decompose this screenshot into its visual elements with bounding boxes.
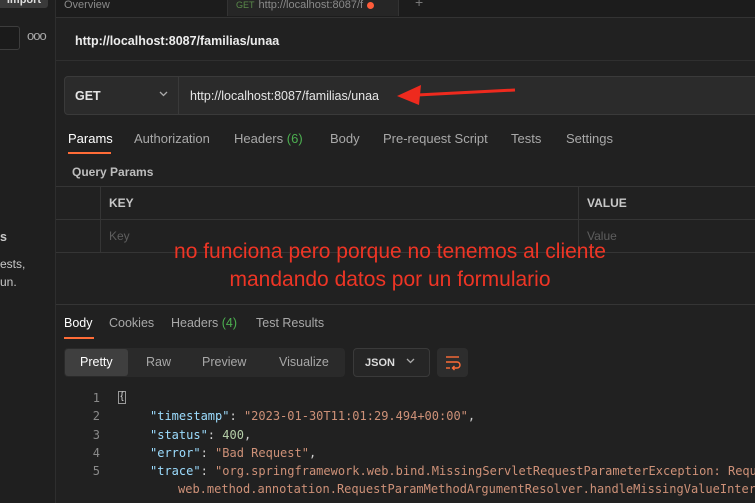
line-number: 5 — [92, 464, 100, 478]
method-label: GET — [75, 89, 101, 103]
format-label: JSON — [365, 357, 395, 369]
sidebar-empty-line-2: un. — [0, 275, 17, 289]
url-text: http://localhost:8087/familias/unaa — [190, 89, 380, 103]
sidebar — [0, 0, 56, 503]
tab-pre-request-script[interactable]: Pre-request Script — [383, 131, 488, 146]
request-title[interactable]: http://localhost:8087/familias/unaa — [75, 34, 279, 48]
response-tab-cookies[interactable]: Cookies — [109, 316, 154, 330]
annotation-line-1: no funciona pero porque no tenemos al cl… — [174, 240, 606, 263]
red-arrow-annotation — [397, 85, 516, 105]
response-tab-headers[interactable]: Headers (4) — [171, 316, 237, 330]
column-header-key: KEY — [109, 196, 134, 210]
line-number: 1 — [92, 391, 100, 405]
tab-request[interactable]: GET http://localhost:8087/f — [227, 0, 399, 16]
tab-authorization[interactable]: Authorization — [134, 131, 210, 146]
tab-headers[interactable]: Headers (6) — [234, 131, 303, 146]
response-headers-label: Headers — [171, 316, 219, 330]
annotation-line-2: mandando datos por un formulario — [229, 268, 551, 291]
code-line: "timestamp": "2023-01-30T11:01:29.494+00… — [150, 409, 476, 423]
tab-overview[interactable]: Overview — [64, 0, 110, 16]
tab-settings[interactable]: Settings — [566, 131, 613, 146]
tab-request-label: http://localhost:8087/f — [258, 0, 364, 11]
tab-tests[interactable]: Tests — [511, 131, 541, 146]
line-number: 4 — [92, 446, 100, 460]
more-options-icon[interactable]: ooo — [27, 28, 47, 44]
unsaved-dot-icon — [367, 1, 375, 9]
view-pretty-label: Pretty — [80, 355, 113, 369]
code-line: "error": "Bad Request", — [150, 446, 317, 460]
wrap-lines-button[interactable] — [437, 348, 468, 377]
sidebar-empty-line-1: ests, — [0, 257, 26, 271]
table-border — [56, 219, 755, 220]
active-tab-indicator — [64, 337, 94, 339]
import-button[interactable]: Import — [0, 0, 48, 8]
active-tab-indicator — [68, 152, 111, 154]
code-line: "trace": "org.springframework.web.bind.M… — [150, 464, 755, 478]
fold-brace[interactable]: { — [118, 391, 126, 404]
wrap-icon — [446, 356, 461, 371]
response-tab-test-results[interactable]: Test Results — [256, 316, 324, 330]
column-header-value: VALUE — [587, 196, 627, 210]
sidebar-empty-title: s — [0, 230, 7, 244]
chevron-down-icon — [158, 88, 169, 102]
view-raw-button[interactable]: Raw — [146, 355, 171, 369]
table-border — [56, 186, 755, 187]
divider — [56, 304, 755, 305]
response-tab-body[interactable]: Body — [64, 316, 93, 330]
response-headers-count: (4) — [221, 316, 238, 330]
line-number: 3 — [92, 428, 100, 442]
tab-request-method: GET — [236, 0, 255, 10]
divider — [56, 60, 755, 61]
tab-headers-count: (6) — [286, 131, 303, 146]
code-line-wrapped: web.method.annotation.RequestParamMethod… — [178, 482, 755, 496]
tab-body[interactable]: Body — [330, 131, 360, 146]
line-number: 2 — [92, 409, 100, 423]
new-tab-icon[interactable]: + — [415, 0, 423, 10]
tab-headers-label: Headers — [234, 131, 284, 146]
chevron-down-icon — [405, 355, 416, 369]
annotation-note: no funciona pero porque no tenemos al cl… — [100, 238, 680, 294]
sidebar-search-input[interactable] — [0, 26, 20, 50]
tab-strip — [56, 0, 755, 18]
query-params-label: Query Params — [72, 165, 154, 179]
view-preview-button[interactable]: Preview — [202, 355, 246, 369]
tab-params[interactable]: Params — [68, 131, 113, 146]
view-visualize-button[interactable]: Visualize — [279, 355, 329, 369]
code-line: "status": 400, — [150, 428, 252, 442]
